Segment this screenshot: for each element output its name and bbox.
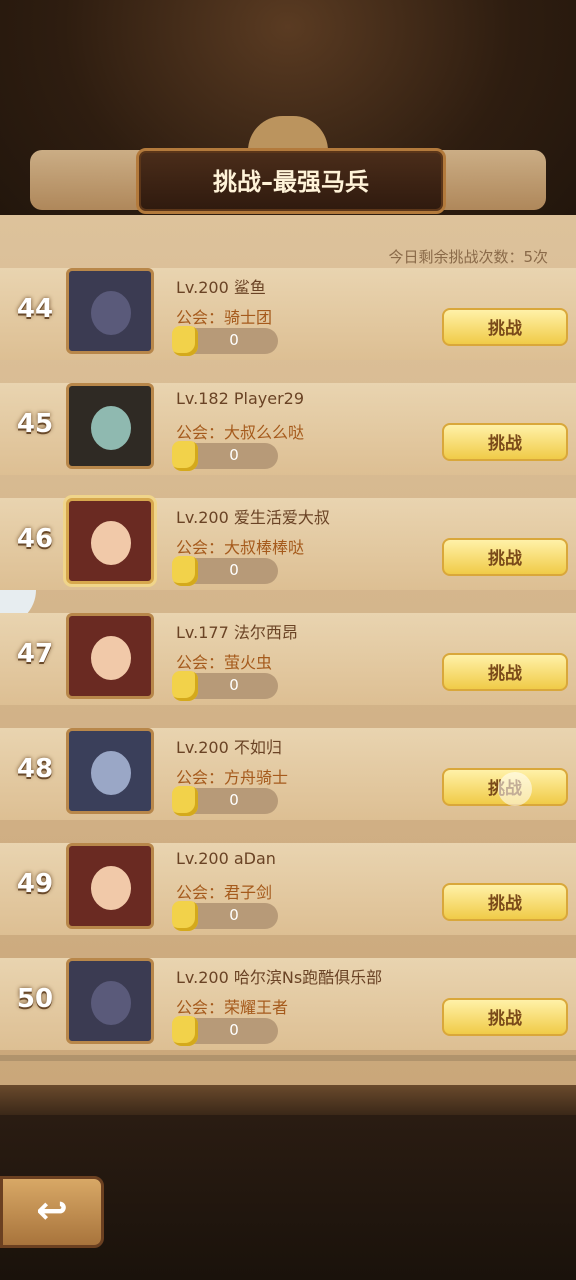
guild-name: 大叔棒棒哒	[224, 538, 305, 557]
guild-label: 公会：	[176, 998, 225, 1017]
player-name: 爱生活爱大叔	[233, 508, 330, 527]
fist-icon	[172, 326, 198, 356]
rank-number: 48	[16, 754, 54, 784]
portrait-face-icon	[91, 521, 131, 565]
player-level: Lv.200	[176, 278, 229, 297]
list-bottom-divider	[0, 1055, 576, 1061]
player-level: Lv.177	[176, 623, 229, 642]
player-name: 哈尔滨Ns跑酷俱乐部	[233, 968, 383, 987]
opponent-row: 44 Lv.200 鲨鱼 公会：骑士团 0 挑战	[0, 268, 576, 383]
guild-name: 君子剑	[224, 883, 273, 902]
player-level-name: Lv.200 爱生活爱大叔	[176, 504, 330, 528]
opponent-row: 47 Lv.177 法尔西昂 公会：萤火虫 0 挑战	[0, 613, 576, 728]
guild-label: 公会：	[176, 538, 225, 557]
player-name: Player29	[233, 389, 305, 408]
challenge-button[interactable]: 挑战	[442, 653, 568, 691]
back-button[interactable]: ↩	[0, 1176, 104, 1248]
rank-number: 45	[16, 409, 54, 439]
remaining-challenges: 今日剩余挑战次数：5次	[388, 248, 548, 266]
player-guild: 公会：大叔棒棒哒	[176, 534, 304, 558]
player-name: 不如归	[233, 738, 282, 757]
score-value: 0	[229, 561, 239, 579]
touch-indicator	[498, 772, 532, 806]
player-level: Lv.200	[176, 849, 229, 868]
guild-name: 方舟骑士	[224, 768, 289, 787]
player-portrait[interactable]	[66, 498, 154, 584]
player-level-name: Lv.200 鲨鱼	[176, 274, 266, 298]
fist-icon	[172, 901, 198, 931]
fist-icon	[172, 786, 198, 816]
portrait-face-icon	[91, 751, 131, 795]
player-portrait[interactable]	[66, 728, 154, 814]
fist-icon	[172, 671, 198, 701]
player-guild: 公会：骑士团	[176, 304, 272, 328]
portrait-face-icon	[91, 636, 131, 680]
player-guild: 公会：君子剑	[176, 879, 272, 903]
player-portrait[interactable]	[66, 383, 154, 469]
score-value: 0	[229, 446, 239, 464]
score-value: 0	[229, 676, 239, 694]
guild-label: 公会：	[176, 768, 225, 787]
guild-name: 荣耀王者	[224, 998, 289, 1017]
panel-bottom-edge	[0, 1085, 576, 1115]
portrait-face-icon	[91, 406, 131, 450]
player-name: 鲨鱼	[233, 278, 266, 297]
player-guild: 公会：萤火虫	[176, 649, 272, 673]
player-level-name: Lv.182 Player29	[176, 389, 304, 408]
player-level: Lv.200	[176, 508, 229, 527]
page-title: 挑战–最强马兵	[213, 168, 369, 196]
rank-number: 50	[16, 984, 54, 1014]
portrait-face-icon	[91, 866, 131, 910]
rank-number: 47	[16, 639, 54, 669]
player-portrait[interactable]	[66, 613, 154, 699]
challenge-button[interactable]: 挑战	[442, 308, 568, 346]
player-guild: 公会：方舟骑士	[176, 764, 288, 788]
guild-label: 公会：	[176, 423, 225, 442]
player-portrait[interactable]	[66, 268, 154, 354]
player-level: Lv.200	[176, 968, 229, 987]
portrait-face-icon	[91, 981, 131, 1025]
player-level-name: Lv.177 法尔西昂	[176, 619, 298, 643]
player-portrait[interactable]	[66, 958, 154, 1044]
player-portrait[interactable]	[66, 843, 154, 929]
player-guild: 公会：荣耀王者	[176, 994, 288, 1018]
opponent-list: 44 Lv.200 鲨鱼 公会：骑士团 0 挑战 45 Lv.182 Playe…	[0, 268, 576, 1073]
player-level-name: Lv.200 哈尔滨Ns跑酷俱乐部	[176, 964, 382, 988]
score-value: 0	[229, 791, 239, 809]
player-level: Lv.200	[176, 738, 229, 757]
player-level-name: Lv.200 aDan	[176, 849, 276, 868]
score-value: 0	[229, 1021, 239, 1039]
guild-label: 公会：	[176, 883, 225, 902]
rank-number: 49	[16, 869, 54, 899]
challenge-button[interactable]: 挑战	[442, 883, 568, 921]
player-level: Lv.182	[176, 389, 229, 408]
guild-label: 公会：	[176, 653, 225, 672]
guild-name: 大叔么么哒	[224, 423, 305, 442]
opponent-row: 48 Lv.200 不如归 公会：方舟骑士 0 挑战	[0, 728, 576, 843]
guild-label: 公会：	[176, 308, 225, 327]
guild-name: 骑士团	[224, 308, 273, 327]
rank-number: 44	[16, 294, 54, 324]
challenge-button[interactable]: 挑战	[442, 998, 568, 1036]
fist-icon	[172, 441, 198, 471]
back-arrow-icon: ↩	[36, 1188, 68, 1232]
player-name: 法尔西昂	[233, 623, 298, 642]
opponent-row: 45 Lv.182 Player29 公会：大叔么么哒 0 挑战	[0, 383, 576, 498]
guild-name: 萤火虫	[224, 653, 273, 672]
score-value: 0	[229, 906, 239, 924]
score-value: 0	[229, 331, 239, 349]
fist-icon	[172, 1016, 198, 1046]
fist-icon	[172, 556, 198, 586]
challenge-button[interactable]: 挑战	[442, 538, 568, 576]
opponent-row: 49 Lv.200 aDan 公会：君子剑 0 挑战	[0, 843, 576, 958]
opponent-row: 46 Lv.200 爱生活爱大叔 公会：大叔棒棒哒 0 挑战	[0, 498, 576, 613]
player-name: aDan	[233, 849, 276, 868]
player-level-name: Lv.200 不如归	[176, 734, 282, 758]
challenge-button[interactable]: 挑战	[442, 423, 568, 461]
rank-number: 46	[16, 524, 54, 554]
player-guild: 公会：大叔么么哒	[176, 419, 304, 443]
portrait-face-icon	[91, 291, 131, 335]
